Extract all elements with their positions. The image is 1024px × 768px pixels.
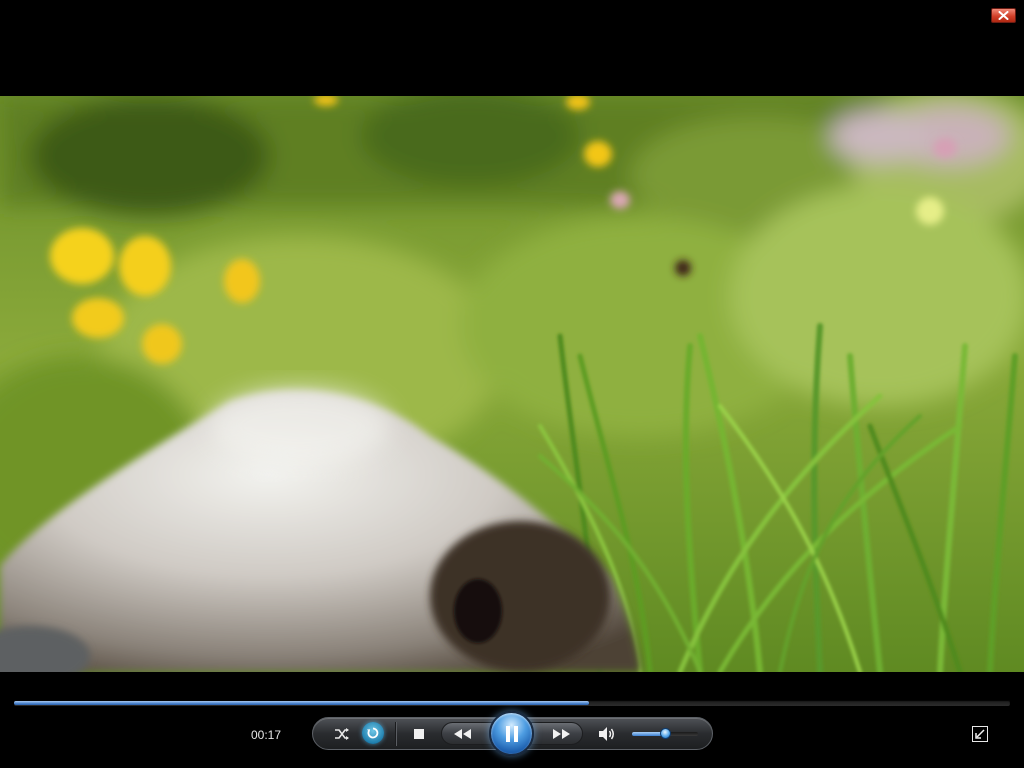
video-frame[interactable] [0,96,1024,672]
close-button[interactable] [991,8,1016,23]
stop-button[interactable] [410,725,428,743]
repeat-button[interactable] [362,722,384,744]
rewind-button[interactable] [441,722,493,745]
shuffle-icon [335,728,349,740]
media-player-window: 00:17 [0,0,1024,768]
mute-button[interactable] [597,724,617,744]
fast-forward-icon [553,728,570,739]
repeat-icon [367,727,379,739]
stop-icon [414,729,424,739]
fullscreen-toggle-button[interactable] [972,726,988,742]
fast-forward-button[interactable] [531,722,583,745]
volume-slider[interactable] [632,728,698,739]
speaker-icon [599,727,614,741]
rewind-icon [454,728,471,739]
volume-slider-thumb[interactable] [660,728,671,739]
pause-icon [505,725,518,742]
seek-bar-progress [14,701,589,705]
seek-bar[interactable] [14,700,1010,706]
controls-divider [395,722,396,746]
video-content [0,96,1024,672]
play-pause-button[interactable] [489,711,534,756]
exit-fullscreen-icon [975,729,985,739]
shuffle-button[interactable] [333,725,351,743]
close-icon [998,11,1009,20]
elapsed-time: 00:17 [250,728,282,742]
